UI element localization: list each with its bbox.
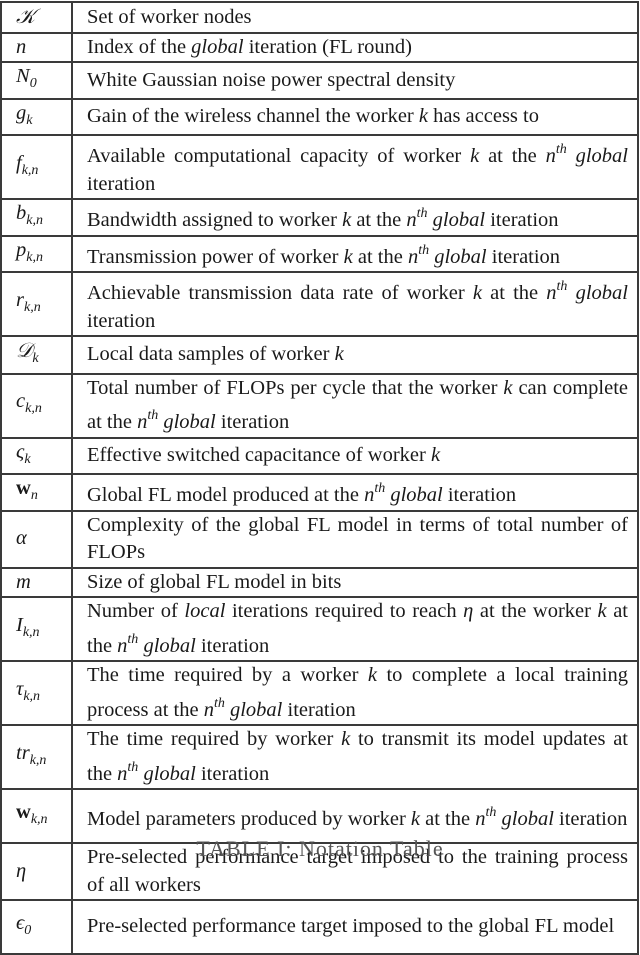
table-row: 𝒦 Set of worker nodes xyxy=(0,1,639,34)
table-row: α Complexity of the global FL model in te… xyxy=(0,509,639,569)
description-cell: Total number of FLOPs per cycle that the… xyxy=(71,372,639,439)
description-cell: Available computational capacity of work… xyxy=(71,134,639,200)
symbol-cell: N0 xyxy=(0,61,73,100)
symbol-cell: rk,n xyxy=(0,271,73,337)
symbol-cell: wk,n xyxy=(0,788,73,844)
table-row: ϵ0 Pre-selected performance target impose… xyxy=(0,899,639,955)
description-cell: Pre-selected performance target imposed … xyxy=(71,899,639,955)
symbol-cell: α xyxy=(0,509,73,569)
table-row: n Index of the global iteration (FL round… xyxy=(0,31,639,63)
table-row: rk,n Achievable transmission data rate of… xyxy=(0,271,639,337)
symbol-subscript: k,n xyxy=(26,249,43,265)
symbol: g xyxy=(16,101,27,124)
table-row: pk,n Transmission power of worker k at th… xyxy=(0,234,639,273)
table-row: N0 White Gaussian noise power spectral de… xyxy=(0,61,639,100)
symbol-cell: m xyxy=(0,566,73,598)
symbol-subscript: 0 xyxy=(29,76,37,91)
symbol-cell: trk,n xyxy=(0,724,73,790)
symbol-subscript: k,n xyxy=(23,299,41,315)
symbol-subscript: k xyxy=(26,112,33,128)
symbol-cell: ςk xyxy=(0,436,73,475)
symbol: p xyxy=(16,238,27,261)
symbol: w xyxy=(16,477,31,499)
symbol-subscript: k,n xyxy=(21,162,39,178)
table-row: ςk Effective switched capacitance of work… xyxy=(0,436,639,475)
symbol-cell: Ik,n xyxy=(0,596,73,662)
symbol-subscript: k,n xyxy=(30,811,48,827)
description-cell: Index of the global iteration (FL round) xyxy=(71,31,639,63)
symbol: α xyxy=(16,527,27,550)
symbol: N xyxy=(16,65,30,87)
symbol-subscript: k,n xyxy=(22,624,40,640)
symbol-subscript: k,n xyxy=(23,688,41,704)
symbol-cell: pk,n xyxy=(0,234,73,273)
description-cell: Effective switched capacitance of worker… xyxy=(71,436,639,475)
symbol: c xyxy=(16,390,26,413)
description-cell: Set of worker nodes xyxy=(71,1,639,34)
symbol: r xyxy=(16,288,24,311)
table-row: τk,n The time required by a worker k to c… xyxy=(0,660,639,726)
description-cell: Size of global FL model in bits xyxy=(71,566,639,598)
symbol-cell: gk xyxy=(0,97,73,136)
table-row: trk,n The time required by worker k to tr… xyxy=(0,724,639,790)
symbol: I xyxy=(16,613,23,636)
symbol: η xyxy=(16,859,27,882)
symbol-cell: ck,n xyxy=(0,372,73,439)
symbol-subscript: 0 xyxy=(24,922,32,938)
table-row: wn Global FL model produced at the nth gl… xyxy=(0,473,639,512)
table-row: fk,n Available computational capacity of … xyxy=(0,134,639,200)
description-cell: The time required by a worker k to compl… xyxy=(71,660,639,726)
symbol-subscript: k,n xyxy=(25,401,42,417)
symbol-cell: τk,n xyxy=(0,660,73,726)
table-row: m Size of global FL model in bits xyxy=(0,566,639,598)
notation-table: 𝒦 Set of worker nodes n Index of the global… xyxy=(0,1,639,955)
description-cell: Bandwidth assigned to worker k at the nt… xyxy=(71,198,639,237)
symbol-cell: fk,n xyxy=(0,134,73,200)
table-row: 𝒟k Local data samples of worker k xyxy=(0,335,639,375)
symbol-subscript: k xyxy=(24,451,31,467)
symbol-subscript: k,n xyxy=(26,213,43,228)
symbol-cell: n xyxy=(0,31,73,63)
symbol: w xyxy=(16,800,31,823)
symbol: n xyxy=(16,35,27,58)
symbol: b xyxy=(16,202,27,224)
description-cell: Transmission power of worker k at the nt… xyxy=(71,234,639,273)
table-row: ck,n Total number of FLOPs per cycle that… xyxy=(0,372,639,439)
description-cell: Gain of the wireless channel the worker … xyxy=(71,97,639,136)
symbol: m xyxy=(16,570,31,593)
description-cell: White Gaussian noise power spectral dens… xyxy=(71,61,639,100)
table-row: gk Gain of the wireless channel the worke… xyxy=(0,97,639,136)
symbol-subscript: k xyxy=(32,351,39,366)
description-cell: Local data samples of worker k xyxy=(71,335,639,375)
description-cell: Complexity of the global FL model in ter… xyxy=(71,509,639,569)
symbol-subscript: n xyxy=(30,488,38,503)
symbol-cell: wn xyxy=(0,473,73,512)
symbol-subscript: k,n xyxy=(29,752,47,768)
description-cell: Model parameters produced by worker k at… xyxy=(71,788,639,844)
table-row: wk,n Model parameters produced by worker … xyxy=(0,788,639,844)
description-cell: The time required by worker k to transmi… xyxy=(71,724,639,790)
description-cell: Achievable transmission data rate of wor… xyxy=(71,271,639,337)
symbol-cell: bk,n xyxy=(0,198,73,237)
table-row: Ik,n Number of local iterations required … xyxy=(0,596,639,662)
symbol: tr xyxy=(16,741,30,764)
symbol: 𝒦 xyxy=(16,4,36,28)
description-cell: Global FL model produced at the nth glob… xyxy=(71,473,639,512)
symbol: 𝒟 xyxy=(16,338,33,362)
symbol-cell: 𝒟k xyxy=(0,335,73,375)
symbol: ϵ xyxy=(16,911,25,934)
table-caption: TABLE I: Notation Table xyxy=(196,836,444,861)
symbol-cell: ϵ0 xyxy=(0,899,73,955)
description-cell: Number of local iterations required to r… xyxy=(71,596,639,662)
symbol-cell: 𝒦 xyxy=(0,1,73,34)
table-row: bk,n Bandwidth assigned to worker k at th… xyxy=(0,198,639,237)
